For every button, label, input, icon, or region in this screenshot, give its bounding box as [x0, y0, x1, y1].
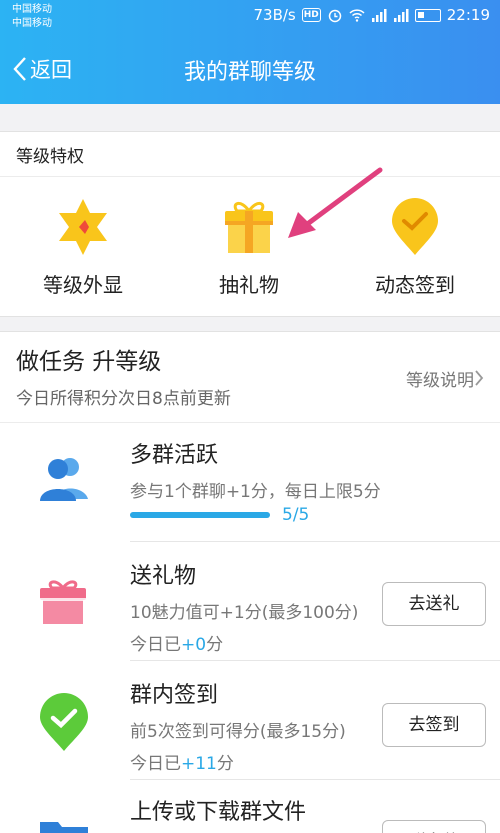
checkin-button[interactable]: 去签到 [382, 703, 486, 747]
task-send-gift: 送礼物 10魅力值可+1分(最多100分) 今日已+0分 去送礼 [0, 542, 500, 661]
chevron-right-icon [475, 370, 484, 386]
task-title: 多群活跃 [130, 443, 219, 468]
star-badge-icon [59, 199, 107, 255]
gift-icon [225, 202, 273, 253]
task-multi-group-active: 多群活跃 参与1个群聊+1分，每日上限5分 [0, 423, 500, 542]
nav-bar: 返回 我的群聊等级 [0, 40, 500, 96]
status-right: 73B/s HD 22:19 [254, 6, 491, 24]
today-points: +0 [181, 635, 207, 655]
clock: 22:19 [446, 6, 490, 24]
task-title: 上传或下载群文件 [130, 800, 307, 825]
group-files-button[interactable]: 群文件 [382, 820, 486, 833]
wifi-icon [349, 9, 365, 22]
privileges-panel: 等级外显 抽礼物 动态签到 [0, 177, 500, 317]
task-description: 10魅力值可+1分(最多100分) [130, 603, 359, 623]
alarm-icon [328, 9, 342, 23]
top-header: 中国移动 中国移动 73B/s HD 22:19 返回 我的群聊等级 [0, 0, 500, 104]
status-bar: 中国移动 中国移动 73B/s HD 22:19 [0, 0, 500, 34]
hd-icon: HD [301, 8, 321, 22]
users-icon [40, 458, 88, 501]
today-suffix: 分 [216, 754, 234, 774]
annotation-arrow-icon [288, 167, 383, 238]
carrier-1: 中国移动 [12, 4, 52, 15]
folder-icon [40, 822, 88, 833]
today-suffix: 分 [206, 635, 224, 655]
battery-icon [414, 8, 441, 22]
page-title: 我的群聊等级 [183, 60, 316, 85]
progress-bar [130, 512, 270, 518]
privilege-label: 动态签到 [375, 273, 455, 297]
location-check-icon [392, 198, 438, 255]
privileges-section-title: 等级特权 [0, 131, 500, 177]
network-speed: 73B/s [253, 6, 296, 24]
privilege-level-display[interactable]: 等级外显 [0, 177, 166, 317]
send-gift-button[interactable]: 去送礼 [382, 582, 486, 626]
privilege-label: 抽礼物 [219, 273, 279, 297]
progress-fill [130, 512, 270, 518]
signal-icon [371, 9, 387, 22]
today-points: +11 [181, 754, 217, 774]
privilege-label: 等级外显 [43, 273, 123, 297]
task-group-files: 上传或下载群文件 群文件 [0, 780, 500, 833]
task-group-checkin: 群内签到 前5次签到可得分(最多15分) 今日已+11分 去签到 [0, 661, 500, 780]
progress-text: 5/5 [282, 505, 310, 525]
carrier-2: 中国移动 [12, 18, 52, 29]
task-title: 送礼物 [130, 564, 197, 589]
today-prefix: 今日已 [130, 754, 181, 774]
gift-icon [40, 580, 86, 624]
carrier-info: 中国移动 中国移动 [12, 3, 52, 31]
signal-icon-2 [393, 9, 409, 22]
tasks-subtitle: 今日所得积分次日8点前更新 [16, 389, 231, 409]
checkin-icon [40, 693, 88, 751]
tasks-title: 做任务 升等级 [16, 349, 162, 375]
task-today: 今日已+0分 [130, 630, 223, 655]
today-prefix: 今日已 [130, 635, 181, 655]
task-description: 前5次签到可得分(最多15分) [130, 722, 346, 742]
tasks-panel: 做任务 升等级 今日所得积分次日8点前更新 等级说明 多群活跃 参与1个群聊+1… [0, 331, 500, 833]
task-description: 参与1个群聊+1分，每日上限5分 [130, 482, 381, 502]
task-title: 群内签到 [130, 683, 219, 708]
task-today: 今日已+11分 [130, 749, 234, 774]
level-description-link[interactable]: 等级说明 [406, 366, 474, 391]
